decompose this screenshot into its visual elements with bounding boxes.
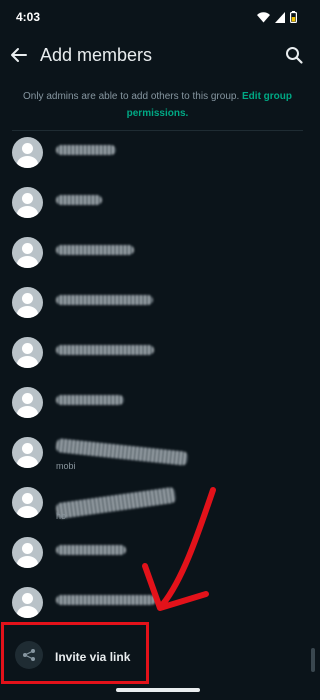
contact-row[interactable] (0, 332, 315, 382)
contact-row[interactable]: ho (0, 482, 315, 532)
avatar (12, 437, 43, 468)
redacted-name (56, 295, 153, 305)
admin-notice: Only admins are able to add others to th… (12, 88, 303, 122)
page-title: Add members (40, 45, 153, 65)
avatar (12, 187, 43, 218)
contact-row[interactable]: mobi (0, 432, 315, 482)
back-button[interactable] (8, 44, 30, 66)
divider (12, 130, 303, 131)
redacted-name (56, 395, 124, 405)
contact-row[interactable] (0, 382, 315, 432)
gesture-nav-handle[interactable] (116, 688, 200, 692)
redacted-name (56, 545, 126, 555)
avatar (12, 137, 43, 168)
avatar (12, 237, 43, 268)
contact-row[interactable] (0, 532, 315, 582)
status-time: 4:03 (16, 10, 41, 24)
scrollbar[interactable] (311, 648, 315, 672)
arrow-left-icon (11, 48, 27, 62)
battery-icon (290, 11, 297, 23)
cell-signal-icon (275, 11, 285, 23)
avatar (12, 287, 43, 318)
avatar (12, 337, 43, 368)
contact-row[interactable] (0, 182, 315, 232)
redacted-name (55, 438, 189, 466)
invite-via-link-button[interactable]: Invite via link (1, 622, 149, 684)
redacted-name (56, 195, 102, 205)
app-bar: Add members (0, 34, 315, 80)
contact-subtitle: mobi (56, 461, 76, 471)
avatar (12, 587, 43, 618)
avatar (12, 487, 43, 518)
invite-via-link-label: Invite via link (55, 650, 131, 664)
avatar (12, 387, 43, 418)
search-button[interactable] (283, 44, 305, 66)
status-bar: 4:03 (0, 0, 315, 34)
search-icon (286, 47, 303, 64)
screen: 4:03 Add members Only admins are able to… (0, 0, 315, 700)
status-icons (257, 11, 297, 23)
redacted-name (56, 145, 116, 155)
contact-row[interactable] (0, 232, 315, 282)
contact-subtitle: ho (56, 511, 67, 521)
redacted-name (56, 595, 156, 605)
redacted-name (56, 345, 154, 355)
redacted-name (56, 245, 134, 255)
avatar (12, 537, 43, 568)
wifi-icon (257, 11, 270, 22)
redacted-name (55, 486, 177, 520)
contact-row[interactable] (0, 132, 315, 182)
contact-row[interactable] (0, 282, 315, 332)
admin-notice-text: Only admins are able to add others to th… (22, 91, 240, 102)
share-icon (15, 641, 43, 669)
